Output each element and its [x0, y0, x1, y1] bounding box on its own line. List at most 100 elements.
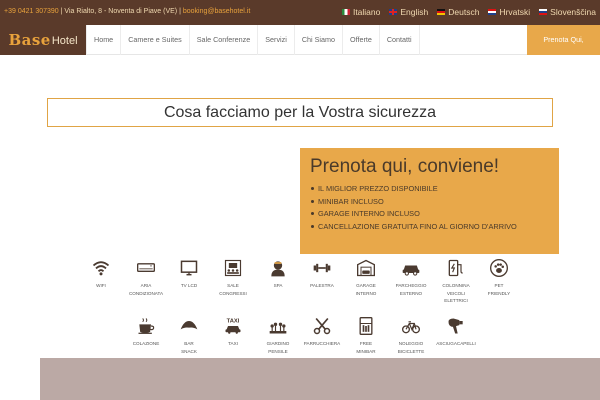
ev-charger-icon: [448, 259, 463, 277]
amenity-item: ARIA CONDIZIONATA: [124, 258, 168, 297]
language-label: Deutsch: [448, 7, 480, 17]
logo-suffix: Hotel: [51, 35, 78, 47]
section-title-box: Cosa facciamo per la Vostra sicurezza: [47, 98, 553, 127]
wifi-icon: [92, 261, 110, 276]
amenity-label: PENSILE: [268, 348, 288, 354]
language-option[interactable]: Deutsch: [437, 7, 479, 17]
amenity-item: PARRUCCHIERA: [300, 316, 344, 348]
amenity-item: COLAZIONE: [124, 316, 168, 348]
amenity-item: TV LCD: [167, 258, 211, 290]
taxi-icon: TAXI: [225, 319, 241, 334]
amenity-label: ASCIUGACAPELLI: [436, 341, 476, 346]
amenity-label: FREE: [359, 341, 373, 346]
language-option[interactable]: English: [389, 7, 428, 17]
top-bar: +39 0421 307390 | Via Rialto, 8 - Novent…: [0, 0, 600, 25]
amenity-label: WIFI: [96, 283, 106, 288]
amenity-label: CONGRESSI: [219, 290, 247, 296]
booking-benefit: IL MIGLIOR PREZZO DISPONIBILE: [310, 183, 549, 196]
amenity-label: TV LCD: [180, 283, 198, 288]
scissors-icon: [313, 317, 331, 335]
nav-item-home[interactable]: Home: [86, 25, 122, 55]
dumbbell-icon: [313, 263, 331, 273]
amenities-row-2: COLAZIONE BAR SNACK TAXI TAXI GIARDINO PENSILE…: [0, 316, 600, 356]
logo-brand: Base: [8, 31, 51, 49]
section-title: Cosa facciamo per la Vostra sicurezza: [163, 103, 437, 121]
amenity-label: PARRUCCHIERA: [303, 341, 341, 346]
amenity-item: COLONNINA VEICOLI ELETTRICI: [434, 258, 478, 305]
nav-item-chi-siamo[interactable]: Chi Siamo: [295, 25, 343, 55]
flag-icon: [341, 9, 350, 15]
contact-info: +39 0421 307390 | Via Rialto, 8 - Novent…: [4, 8, 251, 15]
amenity-label: SALE: [227, 283, 239, 288]
amenity-label: ESTERNO: [399, 290, 423, 296]
amenity-label: MINIBAR: [356, 348, 376, 354]
garage-icon: [357, 259, 375, 277]
book-now-button[interactable]: Prenota Qui, Conviene!: [527, 25, 600, 74]
amenity-label: INTERNO: [355, 290, 377, 296]
amenity-label: FRIENDLY: [487, 290, 511, 296]
amenity-label: PARCHEGGIO: [395, 283, 427, 288]
amenity-item: GIARDINO PENSILE: [256, 316, 300, 355]
car-icon: [402, 265, 420, 276]
nav-item-offerte[interactable]: Offerte: [343, 25, 380, 55]
amenity-label: SNACK: [181, 348, 197, 354]
footer-band: [40, 358, 600, 400]
amenity-label: PALESTRA: [310, 283, 334, 288]
nav-item-camere-e-suites[interactable]: Camere e Suites: [121, 25, 190, 55]
image-placeholder: [47, 148, 300, 254]
amenity-label: VEICOLI: [446, 290, 466, 296]
tv-icon: [180, 260, 198, 276]
language-label: Hrvatski: [499, 7, 531, 17]
flag-icon: [389, 9, 398, 15]
nav-item-sale-conferenze[interactable]: Sale Conferenze: [190, 25, 259, 55]
garden-icon: [269, 322, 287, 334]
language-label: Slovenščina: [550, 7, 596, 17]
nav-item-contatti[interactable]: Contatti: [380, 25, 420, 55]
amenity-item: SPA: [256, 258, 300, 290]
booking-benefits-list: IL MIGLIOR PREZZO DISPONIBILE MINIBAR INC…: [310, 183, 549, 233]
coffee-cup-icon: [138, 318, 155, 334]
language-option[interactable]: Slovenščina: [539, 7, 596, 17]
paw-icon: [490, 259, 508, 277]
amenities-row-1: WIFI ARIA CONDIZIONATA TV LCD SALE CONGRESSI S…: [0, 258, 600, 303]
amenity-label: COLONNINA: [442, 283, 470, 288]
amenity-label: ELETTRICI: [444, 298, 468, 303]
flag-icon: [437, 9, 446, 15]
main-navbar: Base Hotel Home Camere e Suites Sale Confer…: [0, 25, 600, 74]
croissant-icon: [180, 321, 198, 330]
nav-menu: Home Camere e Suites Sale Conferenze Serviz…: [86, 25, 420, 55]
amenity-item: PALESTRA: [300, 258, 344, 290]
booking-title: Prenota qui, conviene!: [310, 156, 500, 177]
amenity-item: PET FRIENDLY: [477, 258, 521, 297]
booking-promo-box: Prenota qui, conviene! IL MIGLIOR PREZZO…: [300, 148, 559, 254]
language-option[interactable]: Hrvatski: [488, 7, 530, 17]
booking-benefit: GARAGE INTERNO INCLUSO: [310, 208, 549, 221]
language-option[interactable]: Italiano: [341, 7, 381, 17]
conference-room-icon: [224, 259, 242, 277]
amenity-label: TAXI: [228, 341, 238, 346]
amenity-label: BICICLETTE: [397, 348, 425, 354]
amenity-label: ARIA: [140, 283, 152, 288]
language-label: Italiano: [352, 7, 381, 17]
amenity-label: SPA: [273, 283, 283, 288]
amenity-item: ASCIUGACAPELLI: [434, 316, 478, 348]
hotel-logo[interactable]: Base Hotel: [0, 25, 86, 55]
amenity-label: PET: [494, 283, 504, 288]
amenity-item: PARCHEGGIO ESTERNO: [389, 258, 433, 297]
amenity-item: NOLEGGIO BICICLETTE: [389, 316, 433, 355]
phone-number[interactable]: +39 0421 307390: [4, 8, 59, 15]
address: Via Rialto, 8 - Noventa di Piave (VE): [64, 8, 178, 15]
email-link[interactable]: booking@basehotel.it: [183, 8, 250, 15]
language-switcher: Italiano English Deutsch Hrvatski Slovenščin…: [341, 7, 596, 17]
amenity-label: GARAGE: [356, 283, 376, 288]
svg-text:TAXI: TAXI: [227, 319, 240, 325]
amenity-item: BAR SNACK: [167, 316, 211, 355]
hairdryer-icon: [448, 318, 463, 334]
bicycle-icon: [402, 321, 420, 334]
booking-benefit: CANCELLAZIONE GRATUITA FINO AL GIORNO D'…: [310, 221, 549, 234]
amenity-item: WIFI: [79, 258, 123, 290]
nav-item-servizi[interactable]: Servizi: [258, 25, 295, 55]
amenity-item: GARAGE INTERNO: [344, 258, 388, 297]
air-conditioner-icon: [137, 263, 155, 272]
flag-icon: [539, 9, 548, 15]
